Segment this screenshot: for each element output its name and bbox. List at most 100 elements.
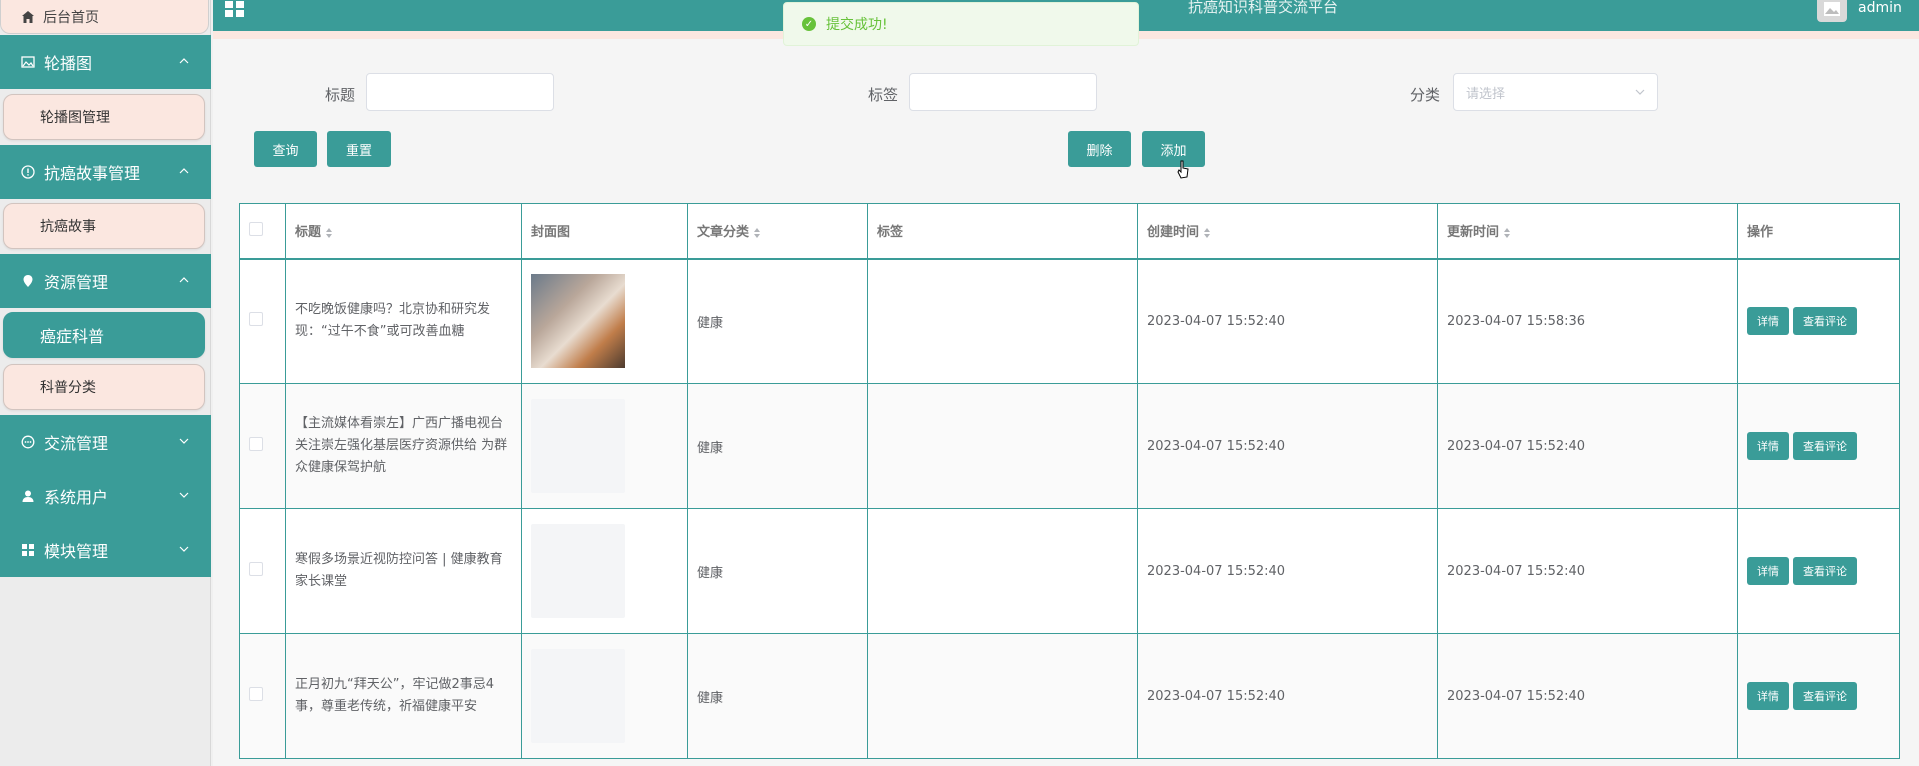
updated-cell: 2023-04-07 15:52:40 — [1437, 508, 1738, 634]
header-label: 创建时间 — [1147, 225, 1200, 241]
sidebar-item-science-category[interactable]: 科普分类 — [3, 364, 205, 410]
column-header-category[interactable]: 文章分类 — [687, 203, 868, 260]
tag-cell — [867, 258, 1138, 384]
header-label: 文章分类 — [697, 225, 750, 241]
column-header-tag: 标签 — [867, 203, 1138, 260]
view-comments-button[interactable]: 查看评论 — [1793, 682, 1857, 710]
row-checkbox[interactable] — [249, 312, 263, 327]
query-button[interactable]: 查询 — [254, 131, 317, 167]
user-icon — [20, 488, 36, 504]
sidebar-group-modules[interactable]: 模块管理 — [0, 523, 211, 577]
tag-cell — [867, 633, 1138, 759]
sort-icon[interactable] — [1203, 227, 1211, 238]
chevron-down-icon — [1635, 89, 1645, 95]
sidebar-item-label: 轮播图管理 — [40, 110, 110, 126]
view-comments-button[interactable]: 查看评论 — [1793, 557, 1857, 585]
toast-message: 提交成功! — [826, 17, 888, 33]
grid-icon — [20, 542, 36, 558]
detail-button[interactable]: 详情 — [1747, 557, 1789, 585]
select-all-checkbox[interactable] — [249, 221, 263, 236]
table-row: 寒假多场景近视防控问答 | 健康教育家长课堂 健康 2023-04-07 15:… — [239, 508, 1900, 634]
sidebar-item-label: 癌症科普 — [40, 327, 105, 346]
cover-image[interactable] — [531, 399, 625, 493]
chevron-up-icon — [179, 58, 189, 64]
sidebar-item-label: 抗癌故事 — [40, 219, 96, 235]
category-cell: 健康 — [687, 633, 868, 759]
cover-image[interactable] — [531, 524, 625, 618]
chevron-up-icon — [179, 168, 189, 174]
sort-icon[interactable] — [1503, 227, 1511, 238]
actions-cell: 详情 查看评论 — [1737, 383, 1900, 509]
delete-button[interactable]: 删除 — [1068, 131, 1131, 167]
view-comments-button[interactable]: 查看评论 — [1793, 307, 1857, 336]
sidebar-item-cancer-science[interactable]: 癌症科普 — [3, 312, 205, 358]
row-checkbox[interactable] — [249, 562, 263, 576]
reset-button[interactable]: 重置 — [327, 131, 391, 167]
column-header-actions: 操作 — [1737, 203, 1900, 260]
sidebar-item-label: 后台首页 — [43, 9, 99, 26]
sidebar-group-exchange[interactable]: 交流管理 — [0, 415, 211, 469]
cover-cell — [521, 508, 688, 634]
detail-button[interactable]: 详情 — [1747, 682, 1789, 710]
title-cell: 【主流媒体看崇左】广西广播电视台关注崇左强化基层医疗资源供给 为群众健康保驾护航 — [285, 383, 522, 509]
sidebar-group-carousel[interactable]: 轮播图 — [0, 35, 211, 89]
home-icon — [21, 10, 35, 24]
avatar[interactable] — [1817, 0, 1847, 22]
user-name[interactable]: admin — [1858, 0, 1902, 16]
sidebar-group-label: 轮播图 — [44, 54, 93, 73]
location-icon — [20, 273, 36, 289]
check-circle-icon: ✓ — [802, 17, 816, 31]
sidebar-group-resources[interactable]: 资源管理 — [0, 254, 211, 308]
title-filter-input[interactable] — [366, 73, 554, 111]
tag-cell — [867, 508, 1138, 634]
sidebar-item-home[interactable]: 后台首页 — [0, 0, 209, 34]
view-comments-button[interactable]: 查看评论 — [1793, 432, 1857, 460]
row-select-cell[interactable] — [239, 633, 286, 759]
column-header-created[interactable]: 创建时间 — [1137, 203, 1438, 260]
row-select-cell[interactable] — [239, 508, 286, 634]
header-label: 操作 — [1747, 225, 1774, 241]
success-toast: ✓ 提交成功! — [783, 2, 1139, 46]
sidebar: 后台首页 轮播图 轮播图管理 抗癌故事管理 抗癌故事 资源管理 癌症科普 科普分… — [0, 0, 211, 766]
row-checkbox[interactable] — [249, 687, 263, 701]
menu-grid-icon[interactable] — [225, 1, 245, 17]
actions-cell: 详情 查看评论 — [1737, 508, 1900, 634]
actions-cell: 详情 查看评论 — [1737, 633, 1900, 759]
title-cell: 正月初九“拜天公”，牢记做2事忌4事，尊重老传统，祈福健康平安 — [285, 633, 522, 759]
cover-image[interactable] — [531, 274, 625, 369]
row-checkbox[interactable] — [249, 437, 263, 451]
tag-cell — [867, 383, 1138, 509]
row-select-cell[interactable] — [239, 383, 286, 509]
sidebar-group-users[interactable]: 系统用户 — [0, 469, 211, 523]
detail-button[interactable]: 详情 — [1747, 432, 1789, 460]
table-row: 正月初九“拜天公”，牢记做2事忌4事，尊重老传统，祈福健康平安 健康 2023-… — [239, 633, 1900, 759]
table-row: 【主流媒体看崇左】广西广播电视台关注崇左强化基层医疗资源供给 为群众健康保驾护航… — [239, 383, 1900, 509]
created-cell: 2023-04-07 15:52:40 — [1137, 633, 1438, 759]
column-header-updated[interactable]: 更新时间 — [1437, 203, 1738, 260]
column-header-title[interactable]: 标题 — [285, 203, 522, 260]
cover-cell — [521, 383, 688, 509]
category-cell: 健康 — [687, 383, 868, 509]
sort-icon[interactable] — [325, 227, 333, 238]
info-circle-icon — [20, 164, 36, 180]
category-cell: 健康 — [687, 258, 868, 384]
select-all-cell[interactable] — [239, 203, 286, 260]
sidebar-group-stories[interactable]: 抗癌故事管理 — [0, 145, 211, 199]
title-cell: 不吃晚饭健康吗？北京协和研究发现：“过午不食”或可改善血糖 — [285, 258, 522, 384]
chevron-down-icon — [179, 438, 189, 444]
add-button[interactable]: 添加 — [1142, 131, 1205, 167]
sidebar-group-label: 资源管理 — [44, 273, 109, 292]
tag-filter-input[interactable] — [909, 73, 1097, 111]
chevron-down-icon — [179, 492, 189, 498]
sidebar-group-label: 模块管理 — [44, 542, 109, 561]
updated-cell: 2023-04-07 15:52:40 — [1437, 383, 1738, 509]
detail-button[interactable]: 详情 — [1747, 307, 1789, 336]
cover-image[interactable] — [531, 649, 625, 743]
category-filter-label: 分类 — [1410, 86, 1441, 104]
sidebar-item-carousel-manage[interactable]: 轮播图管理 — [3, 94, 205, 140]
category-select[interactable]: 请选择 — [1453, 73, 1658, 111]
sidebar-item-stories[interactable]: 抗癌故事 — [3, 203, 205, 249]
updated-cell: 2023-04-07 15:58:36 — [1437, 258, 1738, 384]
sort-icon[interactable] — [753, 227, 761, 238]
row-select-cell[interactable] — [239, 258, 286, 384]
